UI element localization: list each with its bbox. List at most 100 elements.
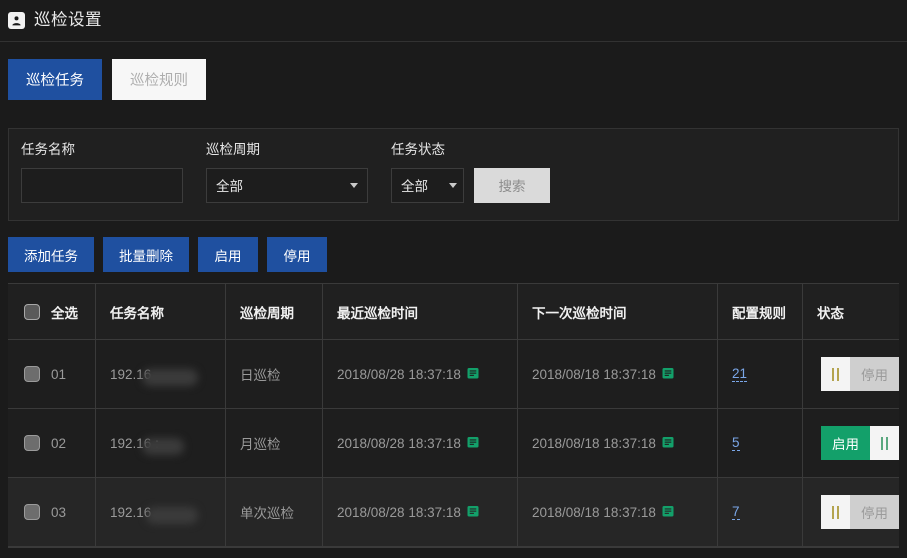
toggle-label: 停用 — [850, 357, 899, 391]
rule-count-link[interactable]: 5 — [732, 435, 740, 451]
action-button-bar: 添加任务 批量删除 启用 停用 — [0, 221, 907, 283]
select-all-cell[interactable]: 全选 — [8, 284, 96, 339]
cell-task-name: 192.16 : — [96, 409, 226, 477]
calendar-icon — [662, 436, 674, 451]
task-table: 全选 任务名称 巡检周期 最近巡检时间 下一次巡检时间 配置规则 状态 01 1… — [8, 283, 899, 548]
select-all-checkbox[interactable] — [24, 303, 40, 320]
chevron-down-icon — [350, 182, 358, 188]
column-header-last-time: 最近巡检时间 — [323, 284, 518, 339]
status-label: 任务状态 — [391, 142, 445, 157]
row-checkbox[interactable] — [24, 504, 40, 520]
toggle-handle-icon — [821, 495, 850, 529]
cell-next-time: 2018/08/18 18:37:18 — [518, 409, 718, 477]
cell-task-name: 192.16 — [96, 340, 226, 408]
tab-inspection-rules-label: 巡检规则 — [130, 73, 188, 89]
cycle-select[interactable]: 全部 — [206, 167, 368, 203]
cell-state: 停用 — [803, 340, 899, 408]
cell-state: 停用 — [803, 478, 899, 546]
enable-button[interactable]: 启用 — [198, 237, 258, 272]
cell-rule-count: 5 — [718, 409, 803, 477]
tab-inspection-rules[interactable]: 巡检规则 — [112, 59, 206, 100]
cell-task-name: 192.16 — [96, 478, 226, 546]
column-header-next-time: 下一次巡检时间 — [518, 284, 718, 339]
next-time-text: 2018/08/18 18:37:18 — [532, 435, 656, 451]
tab-inspection-tasks[interactable]: 巡检任务 — [8, 59, 102, 100]
cell-next-time: 2018/08/18 18:37:18 — [518, 340, 718, 408]
pause-bars-icon — [832, 367, 839, 381]
cell-state: 启用 — [803, 409, 899, 477]
page-title: 巡检设置 — [34, 11, 102, 30]
page-header: 巡检设置 — [0, 0, 907, 42]
tab-bar: 巡检任务 巡检规则 — [0, 42, 907, 112]
select-all-label: 全选 — [51, 305, 78, 321]
row-index: 03 — [51, 504, 67, 520]
cell-cycle: 月巡检 — [226, 409, 323, 477]
row-checkbox[interactable] — [24, 366, 40, 382]
last-time-text: 2018/08/28 18:37:18 — [337, 504, 461, 520]
chevron-down-icon — [449, 182, 457, 188]
column-header-task-name: 任务名称 — [96, 284, 226, 339]
state-toggle[interactable]: 停用 — [821, 357, 899, 391]
filter-group-cycle: 巡检周期 全部 — [206, 143, 368, 203]
pause-bars-icon — [881, 436, 888, 450]
cycle-select-value: 全部 — [216, 179, 243, 194]
task-name-input[interactable] — [21, 167, 183, 203]
cycle-label: 巡检周期 — [206, 142, 260, 157]
cell-rule-count: 21 — [718, 340, 803, 408]
next-time-text: 2018/08/18 18:37:18 — [532, 366, 656, 382]
task-name-text: 192.16 — [110, 504, 152, 520]
rule-count-link[interactable]: 7 — [732, 504, 740, 520]
row-select-cell[interactable]: 01 — [8, 340, 96, 408]
cell-cycle: 日巡检 — [226, 340, 323, 408]
search-button[interactable]: 搜索 — [474, 167, 550, 203]
filter-group-task-name: 任务名称 — [21, 143, 183, 203]
cell-last-time: 2018/08/28 18:37:18 — [323, 409, 518, 477]
toggle-label: 启用 — [821, 426, 870, 460]
table-row: 01 192.16 日巡检 2018/08/28 18:37:18 2018/0… — [8, 340, 899, 409]
next-time-text: 2018/08/18 18:37:18 — [532, 504, 656, 520]
row-select-cell[interactable]: 02 — [8, 409, 96, 477]
row-index: 01 — [51, 366, 67, 382]
add-task-button[interactable]: 添加任务 — [8, 237, 94, 272]
disable-button[interactable]: 停用 — [267, 237, 327, 272]
row-index: 02 — [51, 435, 67, 451]
calendar-icon — [662, 505, 674, 520]
task-name-label: 任务名称 — [21, 142, 75, 157]
status-controls: 全部 搜索 — [391, 167, 550, 203]
state-toggle[interactable]: 启用 — [821, 426, 899, 460]
column-header-state: 状态 — [817, 305, 844, 321]
status-select-value: 全部 — [401, 179, 428, 194]
last-time-text: 2018/08/28 18:37:18 — [337, 435, 461, 451]
cell-last-time: 2018/08/28 18:37:18 — [323, 478, 518, 546]
tab-inspection-tasks-label: 巡检任务 — [26, 73, 84, 89]
calendar-icon — [467, 505, 479, 520]
cell-cycle: 单次巡检 — [226, 478, 323, 546]
pause-bars-icon — [832, 505, 839, 519]
calendar-icon — [467, 436, 479, 451]
calendar-icon — [467, 367, 479, 382]
batch-delete-button[interactable]: 批量删除 — [103, 237, 189, 272]
row-select-cell[interactable]: 03 — [8, 478, 96, 546]
toggle-label: 停用 — [850, 495, 899, 529]
user-badge-icon — [8, 12, 25, 29]
redaction-blur — [142, 368, 198, 386]
cell-rule-count: 7 — [718, 478, 803, 546]
task-name-wrap: 192.16 : — [110, 436, 184, 455]
state-toggle[interactable]: 停用 — [821, 495, 899, 529]
table-row: 02 192.16 : 月巡检 2018/08/28 18:37:18 201 — [8, 409, 899, 478]
last-time-text: 2018/08/28 18:37:18 — [337, 366, 461, 382]
filter-panel: 任务名称 巡检周期 全部 任务状态 全部 搜索 — [8, 128, 899, 221]
filter-group-status: 任务状态 全部 搜索 — [391, 143, 550, 203]
rule-count-link[interactable]: 21 — [732, 366, 748, 382]
redaction-blur — [146, 506, 198, 524]
row-checkbox[interactable] — [24, 435, 40, 451]
task-name-wrap: 192.16 — [110, 367, 198, 386]
status-select[interactable]: 全部 — [391, 167, 464, 203]
cell-next-time: 2018/08/18 18:37:18 — [518, 478, 718, 546]
task-name-wrap: 192.16 — [110, 504, 198, 524]
toggle-handle-icon — [870, 426, 899, 460]
redaction-blur — [142, 437, 184, 455]
table-header-row: 全选 任务名称 巡检周期 最近巡检时间 下一次巡检时间 配置规则 状态 — [8, 284, 899, 340]
toggle-handle-icon — [821, 357, 850, 391]
column-header-rule-count: 配置规则 — [718, 284, 803, 339]
